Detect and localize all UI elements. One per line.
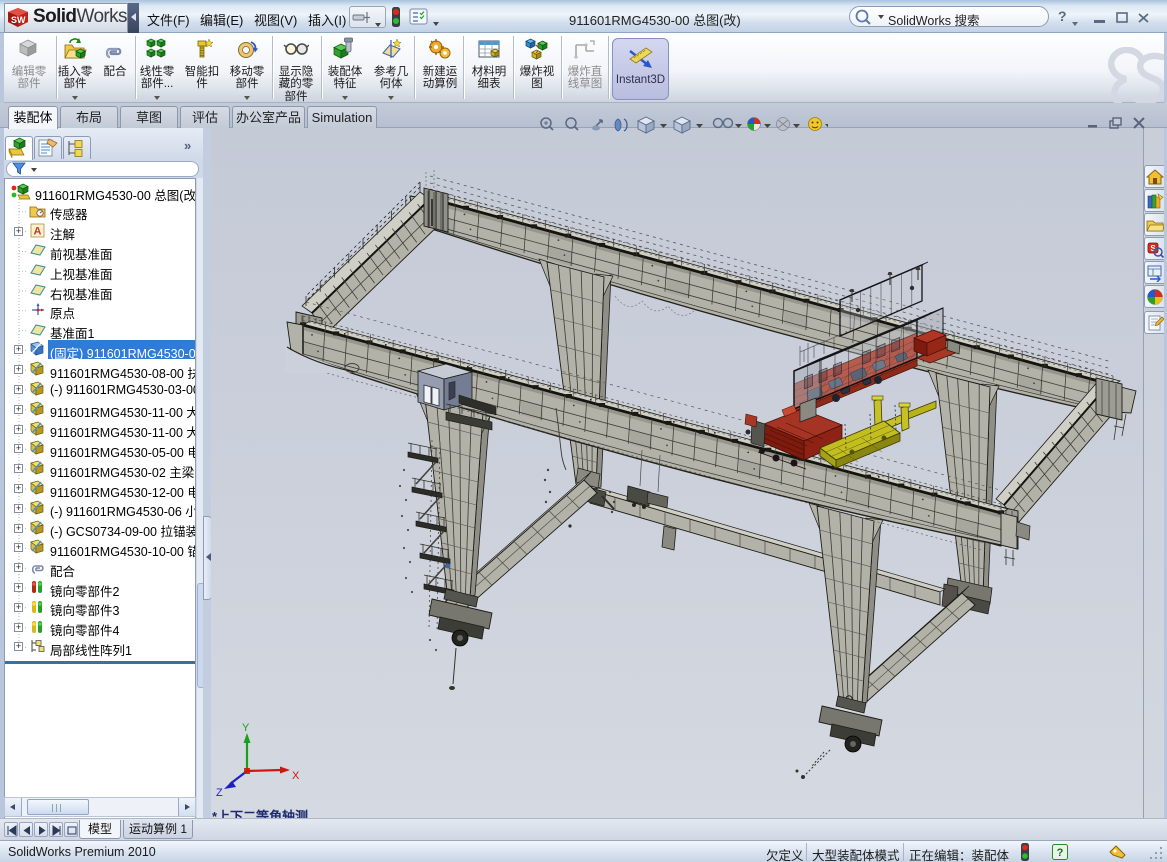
svg-text:SW: SW xyxy=(11,15,26,25)
svg-text:Z: Z xyxy=(216,787,223,799)
svg-text:?: ? xyxy=(1057,847,1064,859)
svg-text:Y: Y xyxy=(242,722,250,734)
svg-text:X: X xyxy=(292,770,300,782)
svg-text:A: A xyxy=(34,225,42,237)
